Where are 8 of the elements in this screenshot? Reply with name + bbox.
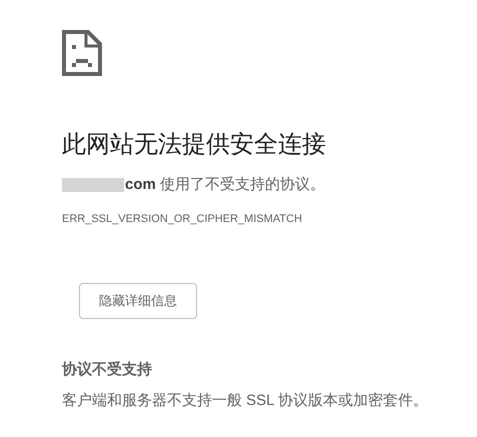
error-code: ERR_SSL_VERSION_OR_CIPHER_MISMATCH: [62, 212, 304, 226]
hide-details-button[interactable]: 隐藏详细信息: [79, 283, 197, 319]
error-message: com 使用了不受支持的协议。: [125, 175, 326, 195]
error-heading: 此网站无法提供安全连接: [62, 130, 327, 160]
redacted-domain: [62, 178, 124, 192]
details-title: 协议不受支持: [62, 360, 153, 380]
sad-page-icon: [62, 30, 102, 76]
details-text: 客户端和服务器不支持一般 SSL 协议版本或加密套件。: [62, 390, 430, 410]
